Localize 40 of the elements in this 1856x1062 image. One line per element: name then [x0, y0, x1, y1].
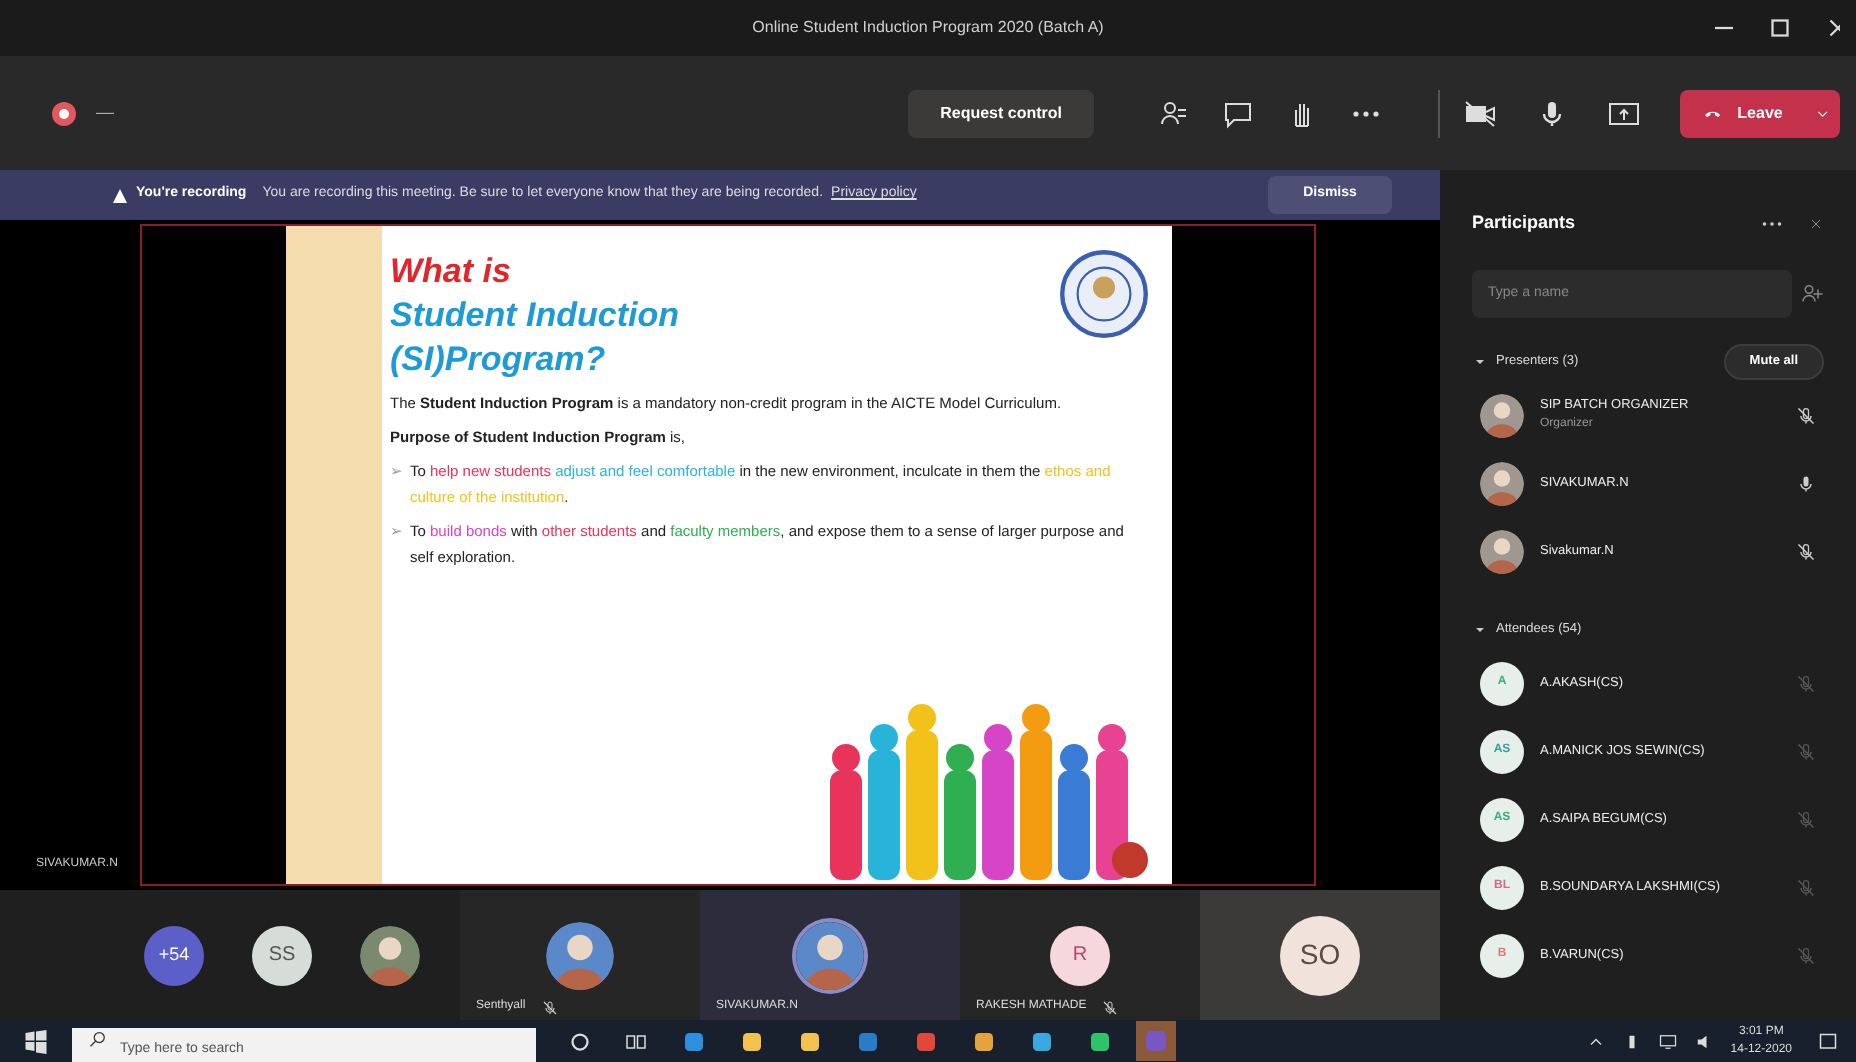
panel-title: Participants [1472, 210, 1576, 236]
avatar [1480, 393, 1524, 437]
app-icon[interactable] [798, 1029, 822, 1053]
app-icon[interactable] [914, 1029, 938, 1053]
slide-title: Student Induction [390, 294, 681, 338]
app-icon[interactable] [972, 1029, 996, 1053]
window-title: Online Student Induction Program 2020 (Batch A) [752, 16, 1104, 40]
recording-icon [48, 97, 80, 129]
warning-icon [112, 187, 128, 203]
avatar [1480, 529, 1524, 573]
app-icon[interactable] [682, 1029, 706, 1053]
task-view-icon[interactable] [624, 1029, 648, 1053]
avatar [796, 921, 864, 989]
meeting-timer: — [96, 99, 114, 126]
share-screen-icon[interactable] [1608, 97, 1640, 129]
cortana-icon[interactable] [568, 1029, 592, 1053]
add-person-icon[interactable] [1800, 281, 1824, 305]
avatar [546, 921, 614, 989]
camera-off-icon[interactable] [1464, 97, 1496, 129]
overflow-count[interactable]: +54 [144, 925, 204, 985]
avatar: R [1050, 925, 1110, 985]
leave-button[interactable]: Leave [1680, 89, 1840, 137]
windows-icon[interactable] [24, 1029, 48, 1053]
avatar [1480, 461, 1524, 505]
search-icon [88, 1030, 108, 1050]
avatar: SO [1280, 915, 1360, 995]
participants-icon[interactable] [1158, 97, 1190, 129]
emblem-icon [1060, 250, 1148, 338]
avatar[interactable]: SS [252, 925, 312, 985]
avatar[interactable] [360, 925, 420, 985]
slide-title: What is [390, 250, 513, 294]
request-control-button[interactable]: Request control [908, 89, 1094, 137]
network-icon[interactable] [1658, 1031, 1679, 1051]
app-icon[interactable] [1088, 1029, 1112, 1053]
notifications-icon[interactable] [1816, 1029, 1840, 1053]
app-icon[interactable] [740, 1029, 764, 1053]
maximize-icon[interactable] [1768, 16, 1792, 40]
slide-title: (SI)Program? [390, 338, 608, 382]
app-icon[interactable] [1030, 1029, 1054, 1053]
chat-icon[interactable] [1222, 97, 1254, 129]
